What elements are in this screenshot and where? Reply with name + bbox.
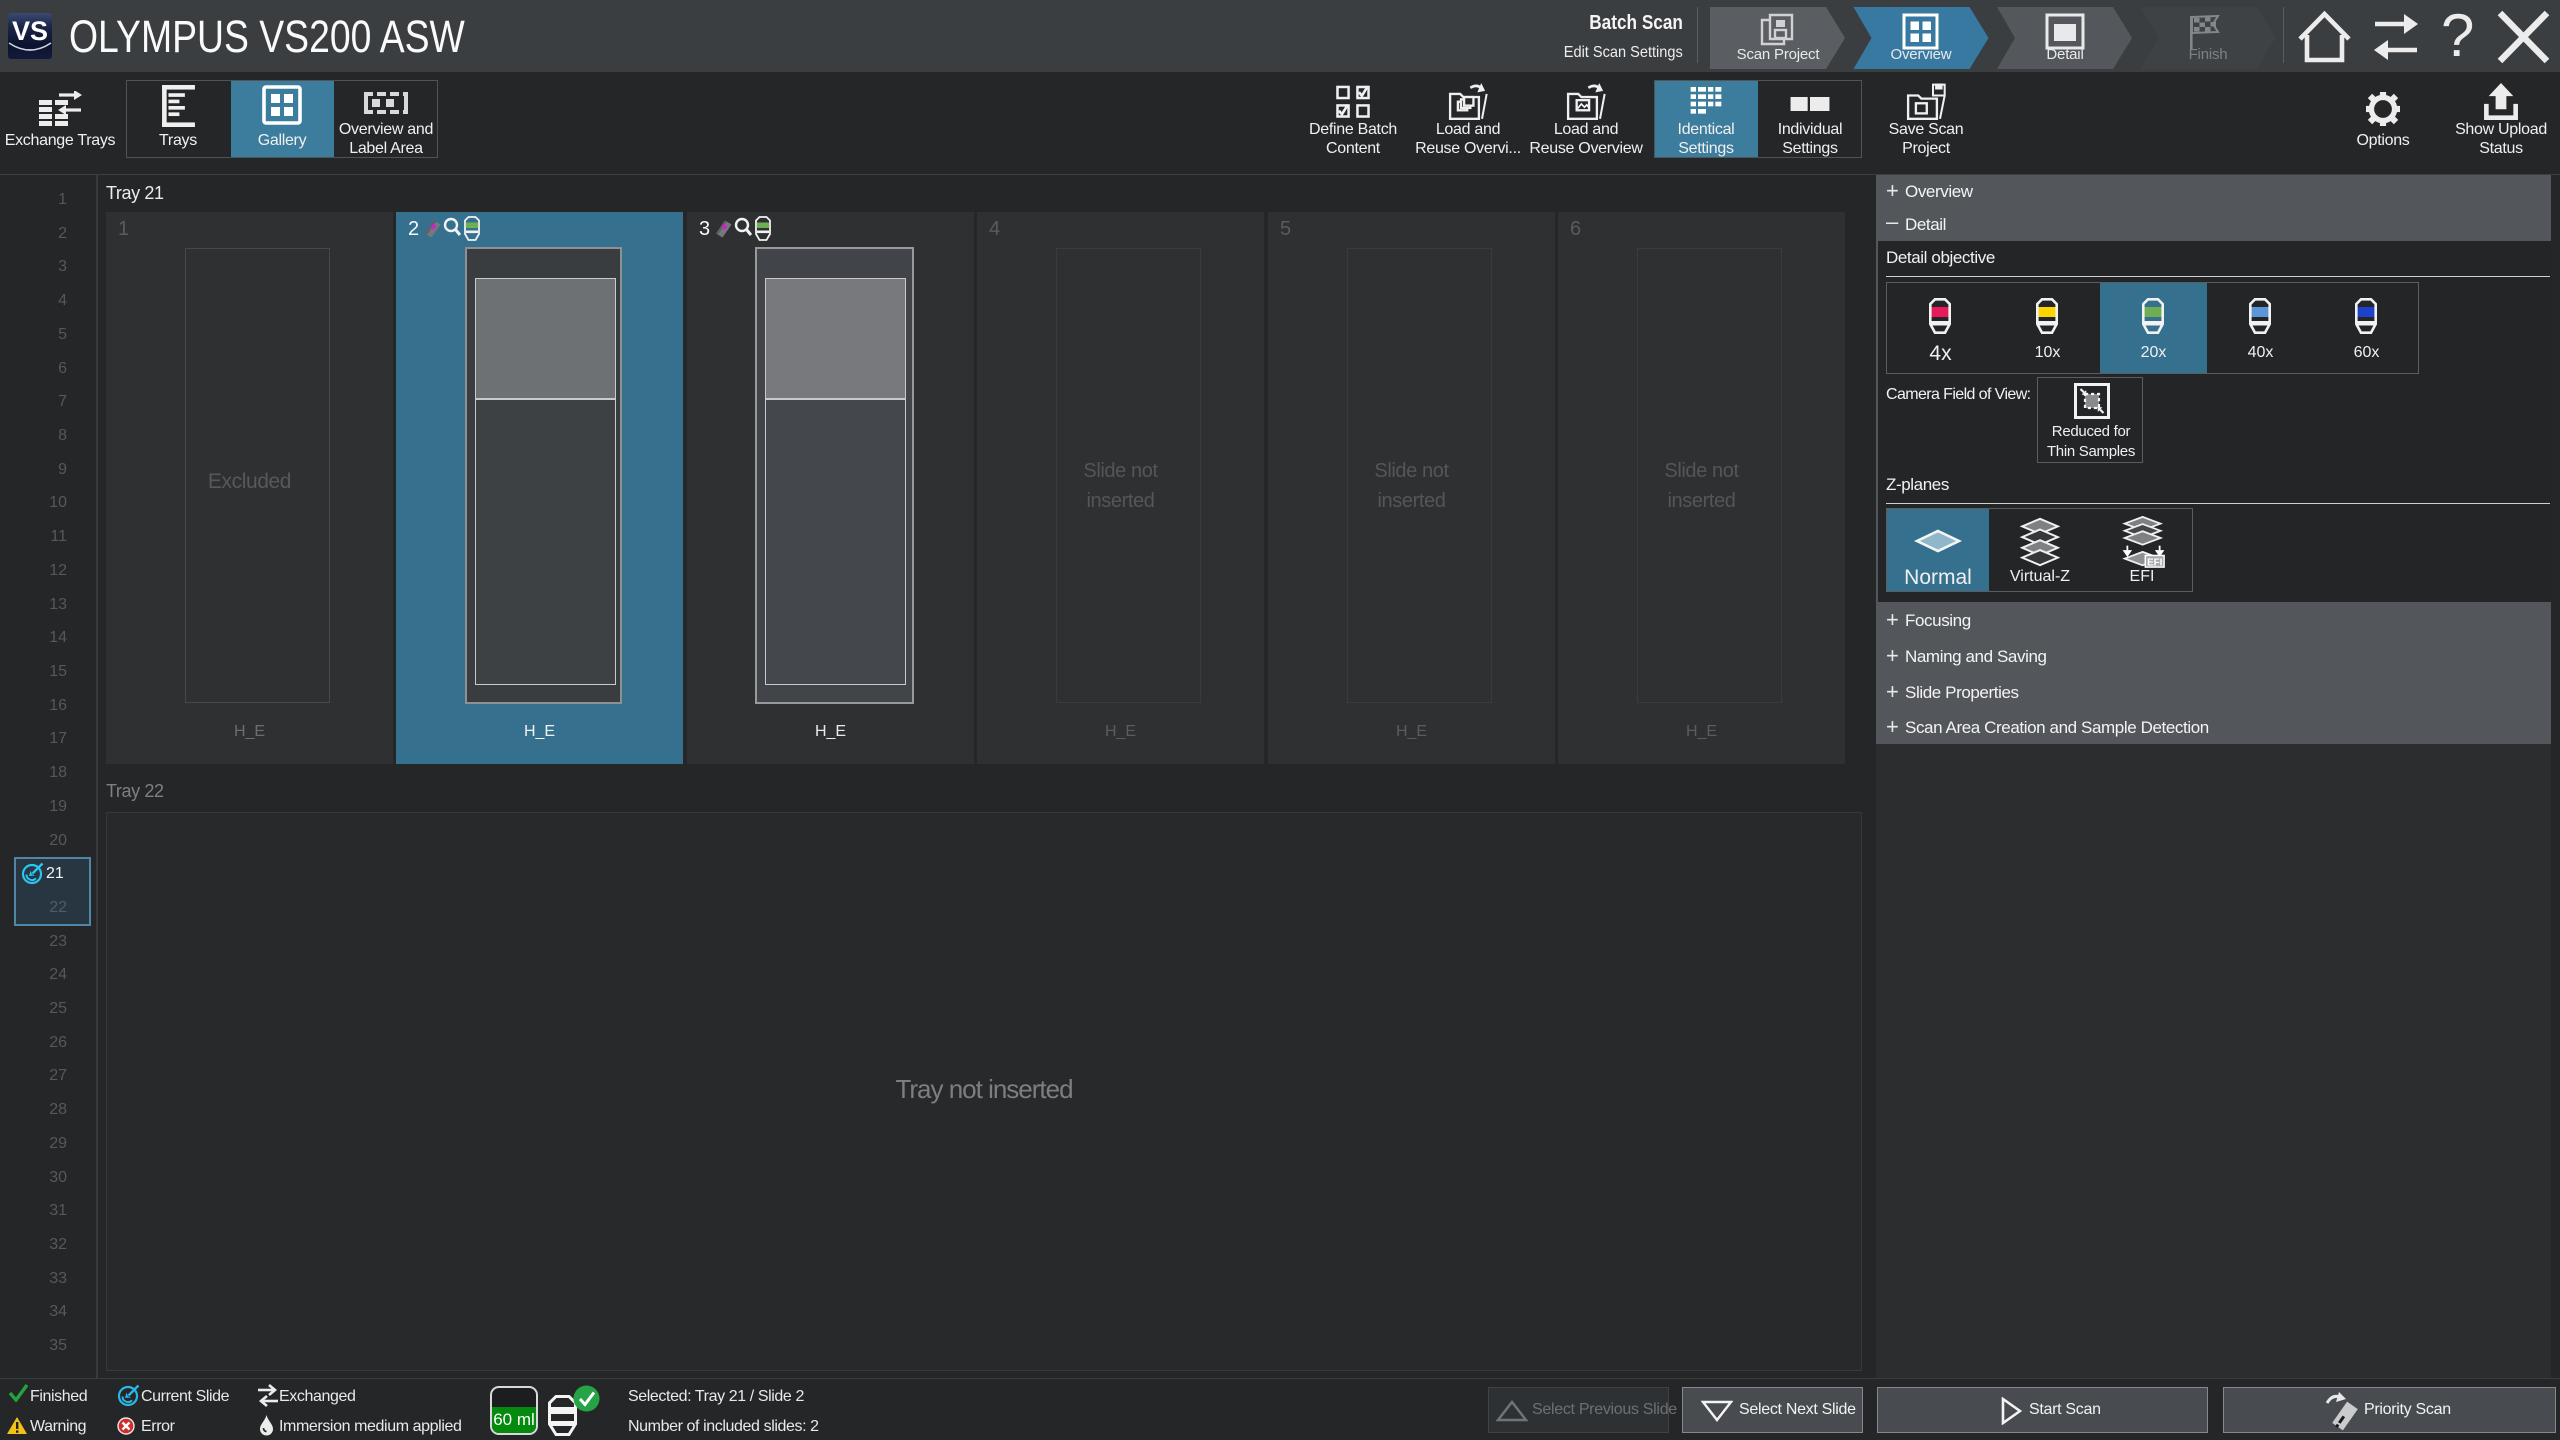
svg-text:EFI: EFI	[2147, 557, 2163, 568]
svg-text:?: ?	[2441, 10, 2474, 64]
